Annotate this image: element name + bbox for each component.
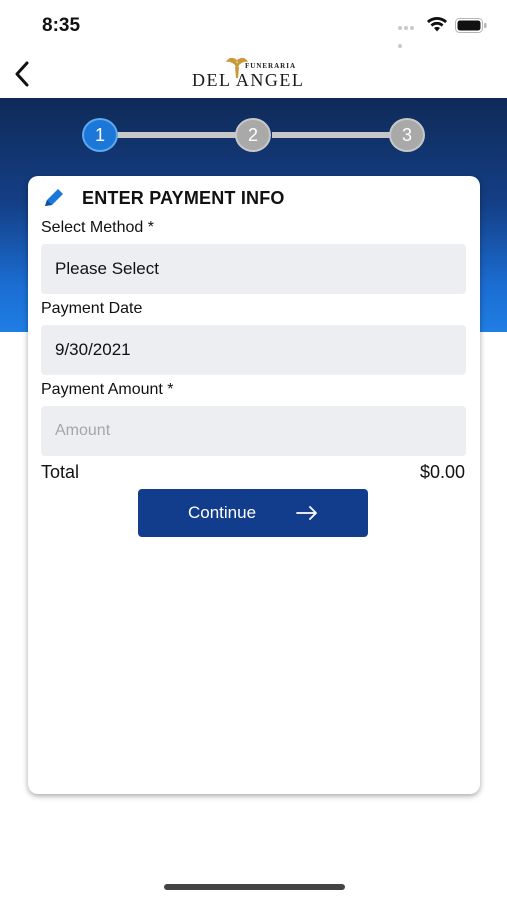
back-button[interactable] [8,58,36,90]
total-value: $0.00 [419,462,465,482]
payment-amount-label: Payment Amount * [41,381,174,398]
select-method-label: Select Method * [41,219,154,236]
arrow-right-icon [296,506,317,520]
payment-date-label: Payment Date [41,300,143,317]
card-title: ENTER PAYMENT INFO [82,187,285,208]
step-connector [272,132,394,138]
payment-date-value: 9/30/2021 [55,340,131,359]
battery-icon [455,18,487,33]
pencil-icon [45,189,63,206]
card-header: ENTER PAYMENT INFO [42,186,285,210]
payment-amount-placeholder: Amount [55,422,111,439]
payment-card: ENTER PAYMENT INFO Select Method * Pleas… [28,176,480,794]
select-method-value: Please Select [55,259,159,278]
select-method-dropdown[interactable]: Please Select [41,244,466,294]
payment-date-field[interactable]: 9/30/2021 [41,325,466,375]
logo-small-text: FUNERARIA [245,62,296,70]
total-label: Total [41,462,80,482]
status-time: 8:35 [42,15,81,36]
payment-amount-input[interactable]: Amount [41,406,466,456]
status-bar: 8:35 [0,0,507,50]
signal-dots-icon [398,26,420,48]
chevron-left-icon [15,61,29,87]
step-1: 1 [82,118,118,152]
step-connector [116,132,238,138]
logo-main-text: DEL ANGEL [192,70,305,90]
home-indicator[interactable] [164,884,345,890]
wifi-icon [427,17,447,32]
progress-stepper: 1 2 3 [82,118,427,152]
step-2: 2 [235,118,271,152]
continue-button[interactable]: Continue [138,489,368,537]
nav-bar: FUNERARIA DEL ANGEL [0,50,507,98]
step-3: 3 [389,118,425,152]
continue-label: Continue [187,503,257,522]
logo: FUNERARIA DEL ANGEL [190,56,320,92]
